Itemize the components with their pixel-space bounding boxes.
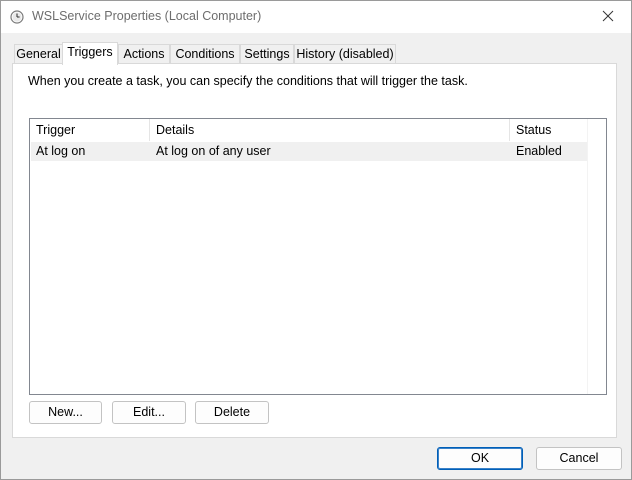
tab-conditions[interactable]: Conditions [170, 44, 240, 64]
list-header: Trigger Details Status [30, 119, 588, 141]
column-header-trigger[interactable]: Trigger [30, 119, 150, 141]
column-header-status[interactable]: Status [510, 119, 588, 141]
triggers-list[interactable]: Trigger Details Status At log on At log … [29, 118, 607, 395]
tab-history[interactable]: History (disabled) [294, 44, 396, 64]
panel-description: When you create a task, you can specify … [28, 74, 468, 88]
tab-triggers[interactable]: Triggers [62, 42, 118, 65]
edit-trigger-button[interactable]: Edit... [112, 401, 186, 424]
delete-trigger-button[interactable]: Delete [195, 401, 269, 424]
tab-strip: General Triggers Actions Conditions Sett… [12, 42, 612, 65]
close-button[interactable] [585, 1, 631, 33]
row-details: At log on of any user [156, 144, 271, 158]
properties-dialog: WSLService Properties (Local Computer) G… [0, 0, 632, 480]
tab-settings[interactable]: Settings [240, 44, 294, 64]
row-status: Enabled [516, 144, 562, 158]
triggers-panel: When you create a task, you can specify … [12, 63, 617, 438]
row-trigger: At log on [36, 144, 86, 158]
title-bar[interactable]: WSLService Properties (Local Computer) [1, 1, 631, 33]
table-row[interactable]: At log on At log on of any user Enabled [31, 142, 588, 161]
new-trigger-button[interactable]: New... [29, 401, 102, 424]
cancel-button[interactable]: Cancel [536, 447, 622, 470]
column-header-details[interactable]: Details [150, 119, 510, 141]
close-icon [602, 10, 614, 25]
window-title: WSLService Properties (Local Computer) [32, 9, 262, 23]
clock-icon [10, 10, 24, 24]
ok-button[interactable]: OK [437, 447, 523, 470]
list-scrollbar[interactable] [587, 119, 606, 394]
tab-general[interactable]: General [14, 44, 63, 64]
tab-actions[interactable]: Actions [118, 44, 170, 64]
